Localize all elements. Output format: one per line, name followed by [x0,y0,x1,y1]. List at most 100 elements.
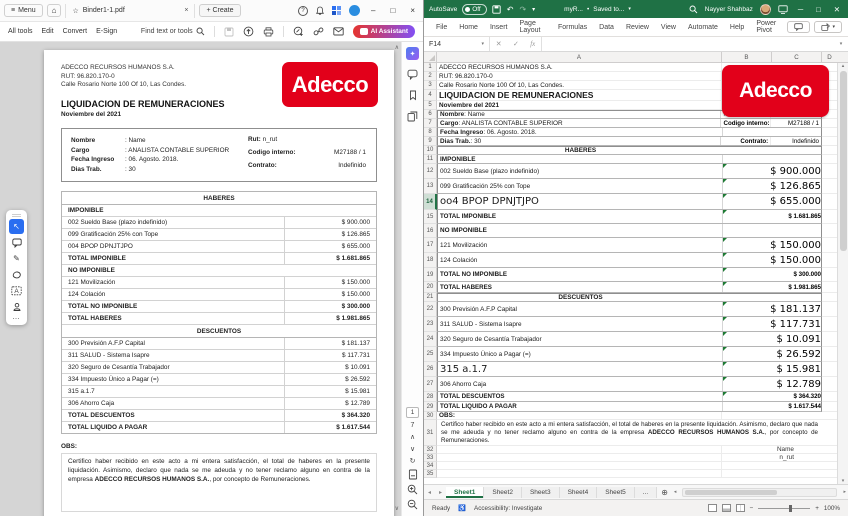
zoom-slider-thumb[interactable] [789,505,792,512]
cell-C15[interactable]: $ 1.681.865 [723,210,823,223]
row-header-12[interactable]: 12 [424,164,437,179]
page-number-input[interactable]: 1 [406,407,419,418]
search-icon[interactable] [689,5,698,14]
row-header-17[interactable]: 17 [424,238,437,253]
stamp-tool-icon[interactable] [9,299,24,314]
row-header-14[interactable]: 14 [424,194,437,210]
row-header-24[interactable]: 24 [424,332,437,347]
comments-panel-icon[interactable] [406,68,419,81]
cell-A3[interactable]: Calle Rosario Norte 100 Of 10, Las Conde… [437,81,722,89]
select-tool-icon[interactable]: ↖ [9,219,24,234]
row-header-16[interactable]: 16 [424,224,437,238]
excel-close-button[interactable]: ✕ [831,5,843,14]
apps-grid-icon[interactable] [332,6,342,16]
cell-A18[interactable]: 124 Colación [438,253,723,267]
page-up-icon[interactable]: ∧ [410,433,415,441]
row-header-28[interactable]: 28 [424,392,437,402]
row-header-5[interactable]: 5 [424,101,437,110]
cell-D17[interactable] [822,238,837,253]
find-tools-button[interactable]: Find text or tools [141,27,205,36]
row-header-26[interactable]: 26 [424,362,437,377]
qat-customize-icon[interactable]: ▾ [532,6,535,13]
hscroll-left-icon[interactable]: ◂ [672,489,679,495]
expand-formula-bar-icon[interactable]: ▾ [834,37,848,51]
convert-button[interactable]: Convert [63,28,88,35]
insert-function-icon[interactable]: fx [530,40,535,48]
accessibility-icon[interactable]: ♿ [458,504,466,512]
cell-D11[interactable] [822,155,837,164]
link-icon[interactable] [313,26,324,37]
sheet-tab-sheet3[interactable]: Sheet3 [522,487,560,498]
cell-A13[interactable]: 099 Gratificación 25% con Tope [438,179,723,193]
cell-A11[interactable]: IMPONIBLE [438,155,723,163]
zoom-out-icon[interactable]: − [750,505,754,512]
acrobat-close-button[interactable]: × [406,6,419,15]
cell-A33[interactable] [437,454,722,461]
ribbon-tab-data[interactable]: Data [593,21,620,34]
cell-D15[interactable] [822,210,837,224]
cell-A10[interactable]: HABERES [438,147,723,154]
page-break-view-icon[interactable] [736,504,745,512]
cell-D9[interactable] [822,137,837,146]
scroll-up-icon[interactable]: ▴ [842,63,845,69]
acrobat-avatar[interactable] [349,5,360,16]
cell-A15[interactable]: TOTAL IMPONIBLE [438,210,723,223]
cell-C7[interactable]: M27188 / 1 [771,119,821,127]
close-tab-icon[interactable]: × [184,7,188,14]
save-icon[interactable] [492,5,501,14]
cell-D12[interactable] [822,164,837,179]
fit-page-icon[interactable] [408,469,418,480]
comments-button[interactable] [787,21,810,33]
cell-A31[interactable]: Certifico haber recibido en este acto a … [437,420,822,446]
row-header-29[interactable]: 29 [424,402,437,412]
more-tools-icon[interactable]: ⋯ [13,315,21,323]
add-text-tool-icon[interactable]: A [9,283,24,298]
zoom-out-icon[interactable] [407,499,418,510]
cell-A16[interactable]: NO IMPONIBLE [438,224,723,237]
share-button[interactable]: ▾ [814,21,842,33]
request-signature-icon[interactable] [293,26,304,37]
ribbon-tab-view[interactable]: View [655,21,682,34]
zoom-in-icon[interactable] [407,484,418,495]
accessibility-status[interactable]: Accessibility: Investigate [474,505,542,512]
cell-D19[interactable] [822,268,837,282]
user-avatar[interactable] [760,4,771,15]
cell-B33[interactable]: n_rut [722,454,822,461]
column-header-A[interactable]: A [437,52,722,62]
cell-A27[interactable]: 306 Ahorro Caja [438,377,723,391]
notifications-bell-icon[interactable] [315,6,325,16]
comment-tool-icon[interactable] [9,235,24,250]
cell-D27[interactable] [822,377,837,392]
cell-D21[interactable] [822,293,837,302]
vertical-scrollbar[interactable]: ▴ ▾ [837,63,848,484]
cell-D28[interactable] [822,392,837,402]
sheet-tab-sheet1[interactable]: Sheet1 [446,487,484,498]
row-header-31[interactable]: 31 [424,420,437,446]
cell-A29[interactable]: TOTAL LIQUIDO A PAGAR [438,402,723,411]
sheet-nav-left-icon[interactable]: ◂ [424,489,435,496]
ribbon-tab-page-layout[interactable]: Page Layout [513,17,551,37]
cell-D25[interactable] [822,347,837,362]
sheet-nav-right-icon[interactable]: ▸ [435,489,446,496]
email-icon[interactable] [333,27,344,36]
cell-C24[interactable]: $ 10.091 [723,332,823,346]
home-icon[interactable]: ⌂ [47,4,62,17]
cell-C13[interactable]: $ 126.865 [723,179,823,193]
cell-A5[interactable]: Noviembre del 2021 [437,101,722,109]
document-tab[interactable]: ☆ Binder1-1.pdf × [65,4,195,18]
row-header-18[interactable]: 18 [424,253,437,268]
cell-A34[interactable] [437,462,722,469]
pdf-scroll-down-icon[interactable]: ∨ [395,505,399,512]
save-icon[interactable] [224,27,234,37]
ribbon-tab-automate[interactable]: Automate [682,21,724,34]
cell-B32[interactable]: Name [722,446,822,453]
cell-A30[interactable]: OBS: [437,412,722,419]
scrollbar-thumb[interactable] [840,71,847,251]
row-header-8[interactable]: 8 [424,128,437,137]
help-icon[interactable]: ? [298,6,308,16]
cell-C18[interactable]: $ 150.000 [723,253,823,267]
cell-D31[interactable] [822,420,837,446]
all-tools-button[interactable]: All tools [8,28,33,35]
cell-A12[interactable]: 002 Sueldo Base (plazo indefinido) [438,164,723,178]
ribbon-tab-home[interactable]: Home [453,21,484,34]
